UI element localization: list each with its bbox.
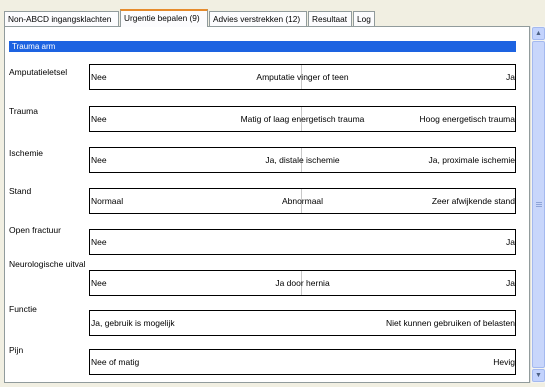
option-left[interactable]: Nee: [91, 155, 107, 166]
option-left[interactable]: Normaal: [91, 196, 123, 207]
option-right[interactable]: Niet kunnen gebruiken of belasten: [386, 318, 515, 329]
row-label-open-fractuur: Open fractuur: [9, 225, 61, 235]
scale-pijn[interactable]: Nee of matig Hevig: [89, 349, 516, 375]
thumb-grip: [536, 202, 542, 203]
tab-resultaat[interactable]: Resultaat: [308, 11, 352, 26]
option-right[interactable]: Ja, proximale ischemie: [429, 155, 515, 166]
option-left[interactable]: Nee: [91, 278, 107, 289]
chevron-down-icon[interactable]: ▼: [532, 369, 545, 382]
option-left[interactable]: Nee of matig: [91, 357, 139, 368]
tab-non-abcd[interactable]: Non-ABCD ingangsklachten: [4, 11, 119, 26]
row-label-pijn: Pijn: [9, 345, 24, 355]
option-middle[interactable]: Matig of laag energetisch trauma: [241, 114, 365, 125]
row-label-neurologische-uitval: Neurologische uitval: [9, 259, 86, 269]
thumb-grip: [536, 206, 542, 207]
option-left[interactable]: Nee: [91, 72, 107, 83]
row-label-ischemie: Ischemie: [9, 148, 44, 158]
option-right[interactable]: Hevig: [493, 357, 515, 368]
option-middle[interactable]: Ja, distale ischemie: [265, 155, 339, 166]
option-middle[interactable]: Ja door hernia: [275, 278, 329, 289]
option-middle[interactable]: Abnormaal: [282, 196, 323, 207]
row-label-functie: Functie: [9, 304, 37, 314]
thumb-grip: [536, 204, 542, 205]
option-left[interactable]: Ja, gebruik is mogelijk: [91, 318, 175, 329]
option-right[interactable]: Ja: [506, 72, 515, 83]
section-header: Trauma arm: [9, 41, 516, 52]
tab-log[interactable]: Log: [353, 11, 375, 26]
scale-neurologische-uitval[interactable]: Nee Ja door hernia Ja: [89, 270, 516, 296]
row-label-stand: Stand: [9, 186, 32, 196]
scale-amputatieletsel[interactable]: Nee Amputatie vinger of teen Ja: [89, 64, 516, 90]
option-left[interactable]: Nee: [91, 237, 107, 248]
top-strip: [0, 0, 545, 10]
option-right[interactable]: Ja: [506, 278, 515, 289]
scale-stand[interactable]: Normaal Abnormaal Zeer afwijkende stand: [89, 188, 516, 214]
chevron-up-icon[interactable]: ▲: [532, 27, 545, 40]
option-middle[interactable]: Amputatie vinger of teen: [256, 72, 348, 83]
urgentie-panel: Trauma arm Amputatieletsel Nee Amputatie…: [4, 26, 530, 383]
scale-ischemie[interactable]: Nee Ja, distale ischemie Ja, proximale i…: [89, 147, 516, 173]
scale-trauma[interactable]: Nee Matig of laag energetisch trauma Hoo…: [89, 106, 516, 132]
row-label-amputatieletsel: Amputatieletsel: [9, 67, 68, 77]
option-left[interactable]: Nee: [91, 114, 107, 125]
scale-functie[interactable]: Ja, gebruik is mogelijk Niet kunnen gebr…: [89, 310, 516, 336]
tab-urgentie-bepalen[interactable]: Urgentie bepalen (9): [120, 9, 208, 27]
option-right[interactable]: Zeer afwijkende stand: [432, 196, 515, 207]
row-label-trauma: Trauma: [9, 106, 38, 116]
scroll-thumb[interactable]: [532, 41, 545, 368]
scale-open-fractuur[interactable]: Nee Ja: [89, 229, 516, 255]
tab-advies-verstrekken[interactable]: Advies verstrekken (12): [209, 11, 307, 26]
option-right[interactable]: Hoog energetisch trauma: [420, 114, 515, 125]
vertical-scrollbar[interactable]: ▲ ▼: [530, 26, 545, 383]
option-right[interactable]: Ja: [506, 237, 515, 248]
